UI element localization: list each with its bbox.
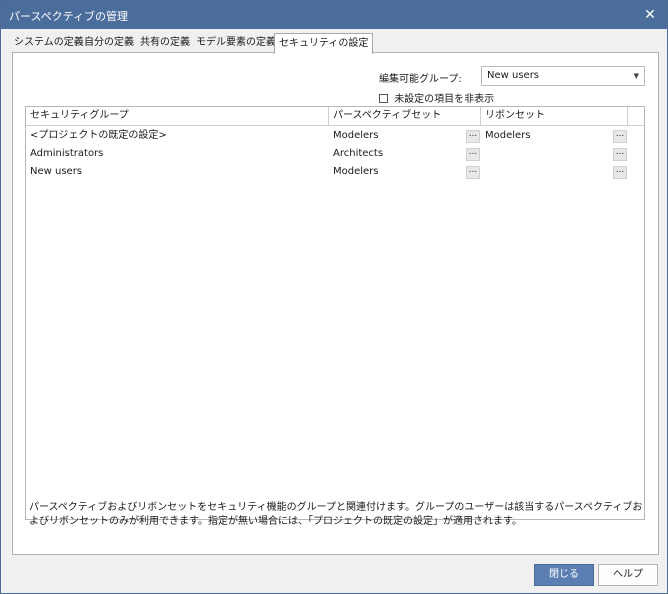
table-row[interactable]: Administrators Architects ... ... bbox=[26, 145, 644, 163]
description-text: パースペクティブおよびリボンセットをセキュリティ機能のグループと関連付けます。グ… bbox=[29, 502, 643, 527]
security-group-table: セキュリティグループ パースペクティブセット リボンセット <プロジェクトの既定… bbox=[25, 106, 645, 520]
title-bar: パースペクティブの管理 ✕ bbox=[1, 1, 667, 29]
perspective-set-browse-button[interactable]: ... bbox=[466, 148, 480, 161]
window-title: パースペクティブの管理 bbox=[9, 10, 129, 23]
ribbon-set-browse-button[interactable]: ... bbox=[613, 148, 627, 161]
ribbon-set-cell: Modelers bbox=[485, 130, 531, 141]
ribbon-set-browse-button[interactable]: ... bbox=[613, 130, 627, 143]
perspective-set-browse-button[interactable]: ... bbox=[466, 130, 480, 143]
security-group-cell: <プロジェクトの既定の設定> bbox=[30, 130, 167, 141]
table-row[interactable]: New users Modelers ... ... bbox=[26, 163, 644, 181]
ribbon-set-cell bbox=[481, 145, 609, 163]
hide-unset-checkbox[interactable] bbox=[379, 94, 388, 103]
security-group-cell: Administrators bbox=[30, 148, 104, 159]
tab-my-definitions[interactable]: 自分の定義 bbox=[82, 35, 136, 53]
tab-security-settings[interactable]: セキュリティの設定 bbox=[274, 33, 374, 54]
column-header-security-group[interactable]: セキュリティグループ bbox=[26, 107, 329, 126]
tab-model-element-definitions[interactable]: モデル要素の定義 bbox=[194, 35, 278, 53]
chevron-down-icon: ▼ bbox=[633, 72, 639, 80]
dialog-window: パースペクティブの管理 ✕ システムの定義 自分の定義 共有の定義 モデル要素の… bbox=[0, 0, 668, 594]
security-settings-panel: 編集可能グループ: New users ▼ 未設定の項目を非表示 セキュリティグ… bbox=[12, 52, 659, 555]
close-icon[interactable]: ✕ bbox=[639, 4, 661, 26]
ribbon-set-browse-button[interactable]: ... bbox=[613, 166, 627, 179]
perspective-set-cell: Architects bbox=[333, 148, 384, 159]
tab-system-definitions[interactable]: システムの定義 bbox=[12, 35, 86, 53]
perspective-set-cell: Modelers bbox=[333, 130, 379, 141]
tab-shared-definitions[interactable]: 共有の定義 bbox=[138, 35, 192, 53]
hide-unset-label: 未設定の項目を非表示 bbox=[394, 94, 495, 105]
editable-group-select[interactable]: New users ▼ bbox=[481, 66, 645, 86]
table-row[interactable]: <プロジェクトの既定の設定> Modelers ... Modelers ... bbox=[26, 127, 644, 145]
column-header-perspective-set[interactable]: パースペクティブセット bbox=[329, 107, 481, 126]
help-button[interactable]: ヘルプ bbox=[598, 564, 658, 586]
perspective-set-cell: Modelers bbox=[333, 166, 379, 177]
ribbon-set-cell bbox=[481, 163, 609, 181]
column-header-ribbon-set[interactable]: リボンセット bbox=[481, 107, 628, 126]
tab-strip: システムの定義 自分の定義 共有の定義 モデル要素の定義 セキュリティの設定 bbox=[12, 33, 658, 54]
security-group-cell: New users bbox=[30, 166, 83, 177]
editable-group-label: 編集可能グループ: bbox=[379, 74, 462, 85]
hide-unset-checkbox-row[interactable]: 未設定の項目を非表示 bbox=[379, 90, 495, 105]
perspective-set-browse-button[interactable]: ... bbox=[466, 166, 480, 179]
table-header: セキュリティグループ パースペクティブセット リボンセット bbox=[26, 107, 644, 126]
editable-group-value: New users bbox=[487, 70, 540, 81]
close-button[interactable]: 閉じる bbox=[534, 564, 594, 586]
